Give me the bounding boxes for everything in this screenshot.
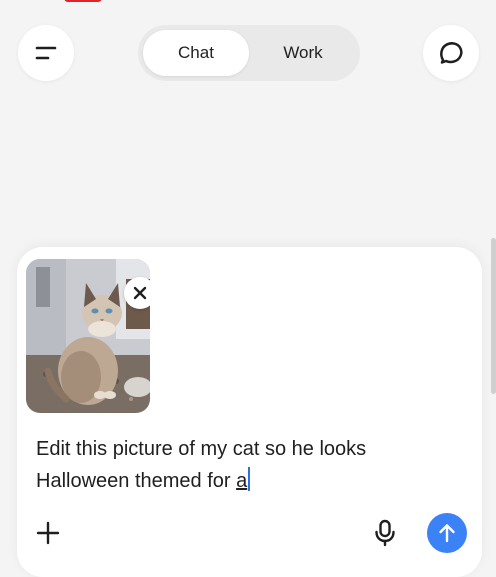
add-attachment-button[interactable] [31,516,65,550]
text-caret [248,467,251,491]
prompt-text-word-in-progress: a [236,470,248,492]
send-button[interactable] [427,513,467,553]
top-bar: Chat Work [0,25,496,83]
scrollbar-thumb[interactable] [491,238,496,394]
prompt-text-line-1: Edit this picture of my cat so he looks [36,438,367,460]
menu-icon [35,46,57,60]
message-composer: Edit this picture of my cat so he looks … [17,247,482,577]
new-chat-icon [440,42,463,64]
new-chat-button[interactable] [423,25,479,81]
attachment-thumbnail[interactable] [26,259,150,413]
tab-work[interactable]: Work [251,30,355,76]
microphone-icon [375,519,395,547]
prompt-text-line-2: Halloween themed for [36,470,237,492]
menu-button[interactable] [18,25,74,81]
tab-chat[interactable]: Chat [143,30,249,76]
remove-attachment-button[interactable] [124,277,150,309]
status-bar-indicator [64,0,102,2]
close-icon [133,286,147,300]
arrow-up-icon [439,524,455,543]
mode-switcher: Chat Work [138,25,360,81]
plus-icon [36,521,60,545]
prompt-input[interactable]: Edit this picture of my cat so he looks … [36,433,456,497]
voice-input-button[interactable] [368,516,402,550]
